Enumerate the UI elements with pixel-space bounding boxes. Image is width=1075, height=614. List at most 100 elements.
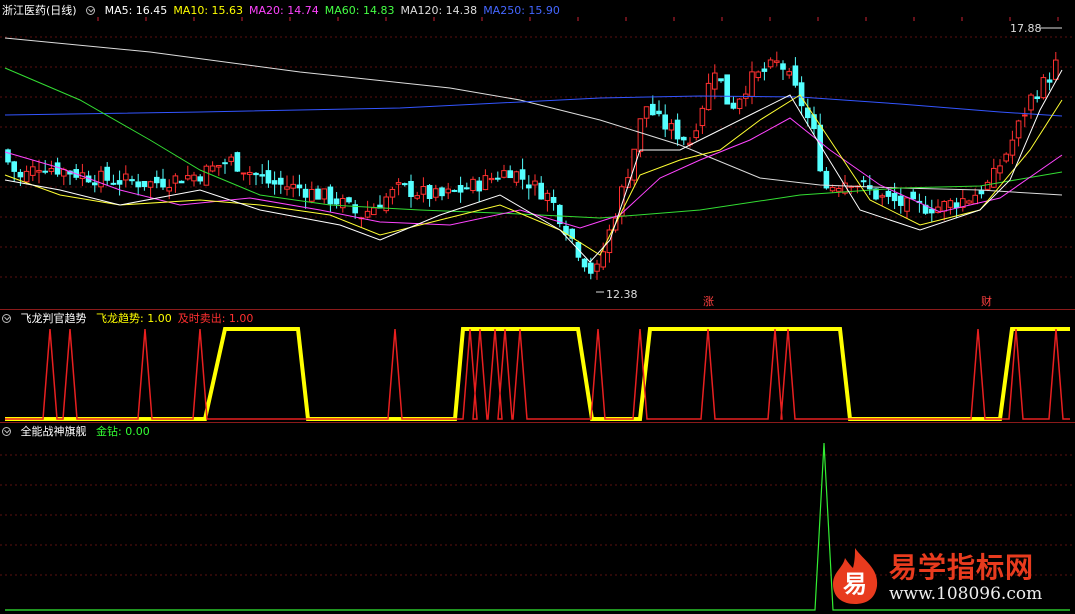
candle-body <box>780 63 786 70</box>
candle-body <box>588 262 594 274</box>
candle-body <box>513 171 520 183</box>
candle-body <box>581 258 588 268</box>
candle-body <box>147 181 154 188</box>
watermark-title: 易学指标网 <box>889 551 1035 584</box>
candle-body <box>532 180 538 186</box>
ma10-line <box>4 94 1063 256</box>
candle-body <box>160 178 166 188</box>
candle-body <box>166 186 172 192</box>
indicator1-name: 飞龙判官趋势 <box>20 312 87 325</box>
candle-body <box>1009 139 1016 156</box>
candle-body <box>209 165 216 172</box>
candle-body <box>42 170 49 173</box>
candle-body <box>408 180 414 197</box>
candle-body <box>23 170 30 183</box>
settings-circle-icon[interactable] <box>2 314 11 323</box>
trend-line-yellow <box>5 327 1070 421</box>
flame-logo-icon: 易 <box>833 548 878 604</box>
candle-body <box>197 176 203 182</box>
watermark: 易 易学指标网 www.108096.com <box>827 540 1067 612</box>
candle-body <box>178 180 185 184</box>
candle-body <box>774 60 780 63</box>
candle-body <box>507 170 513 179</box>
candle-body <box>36 170 42 173</box>
legend-value-3: MA60: 14.83 <box>324 4 395 17</box>
candle-body <box>712 72 718 90</box>
candle-body <box>296 184 303 189</box>
candle-body <box>284 186 290 190</box>
candle-body <box>54 162 61 175</box>
ma-legend-values: MA5: 16.45 MA10: 15.63 MA20: 14.74 MA60: 14… <box>105 4 566 17</box>
candle-body <box>798 82 805 107</box>
chart-canvas[interactable] <box>0 0 1075 614</box>
candle-body <box>123 173 129 181</box>
candle-body <box>445 188 451 194</box>
candle-body <box>1053 59 1059 80</box>
legend-value-0: MA5: 16.45 <box>104 4 168 17</box>
candle-body <box>470 178 476 192</box>
candle-body <box>519 169 526 180</box>
candle-body <box>104 166 111 181</box>
indicator1-values: 飞龙趋势: 1.00 及时卖出: 1.00 <box>96 312 259 325</box>
candle-body <box>538 182 545 200</box>
candle-body <box>550 196 557 203</box>
candle-body <box>457 185 464 193</box>
candle-body <box>433 188 439 198</box>
settings-circle-icon[interactable] <box>86 6 96 15</box>
candle-body <box>488 177 495 181</box>
candle-body <box>439 187 445 197</box>
candle-body <box>674 119 681 140</box>
candle-body <box>389 188 396 198</box>
candle-body <box>228 156 234 162</box>
marker-zhang: 涨 <box>703 295 714 308</box>
candle-body <box>829 186 836 192</box>
ma20-line <box>4 117 1063 229</box>
candle-body <box>600 251 607 268</box>
legend-value-4: MA120: 14.38 <box>400 4 478 17</box>
candle-body <box>402 183 408 186</box>
legend-value-1: 及时卖出: 1.00 <box>177 312 254 325</box>
candle-body <box>216 164 222 168</box>
settings-circle-icon[interactable] <box>2 427 11 436</box>
candle-body <box>953 202 960 209</box>
candle-body <box>340 198 346 209</box>
candle-body <box>172 175 179 184</box>
candle-body <box>414 195 420 199</box>
logo-char: 易 <box>843 570 867 598</box>
candle-body <box>395 182 402 185</box>
candle-body <box>92 182 98 186</box>
candle-body <box>234 152 241 172</box>
candle-body <box>426 185 433 200</box>
low-price-label: 12.38 <box>606 288 638 301</box>
stock-name: 浙江医药(日线) <box>2 4 77 17</box>
candle-body <box>309 188 315 202</box>
candle-body <box>904 197 910 212</box>
candle-body <box>761 68 768 72</box>
candle-body <box>290 183 296 189</box>
candle-body <box>910 191 917 200</box>
candle-body <box>1015 120 1022 139</box>
indicator1-legend: 飞龙判官趋势 飞龙趋势: 1.00 及时卖出: 1.00 <box>2 311 265 327</box>
candle-body <box>5 149 11 163</box>
candle-body <box>662 114 669 130</box>
candle-body <box>253 172 259 176</box>
candle-body <box>966 200 972 204</box>
candle-body <box>637 118 644 152</box>
indicator2-values: 金钻: 0.00 <box>96 425 156 438</box>
candle-body <box>141 180 148 188</box>
candle-body <box>749 71 755 97</box>
candle-body <box>631 148 638 181</box>
legend-value-2: MA20: 14.74 <box>249 4 319 17</box>
legend-value-1: MA10: 15.63 <box>173 4 244 17</box>
candle-body <box>984 181 991 190</box>
candle-body <box>364 210 371 218</box>
candle-body <box>98 170 104 188</box>
candle-body <box>544 192 551 201</box>
candle-body <box>767 59 774 68</box>
ma120-line <box>4 37 1063 196</box>
candle-body <box>321 188 327 200</box>
candle-body <box>594 263 600 272</box>
candle-body <box>346 197 352 203</box>
candle-body <box>482 175 489 191</box>
candle-body <box>650 103 656 116</box>
